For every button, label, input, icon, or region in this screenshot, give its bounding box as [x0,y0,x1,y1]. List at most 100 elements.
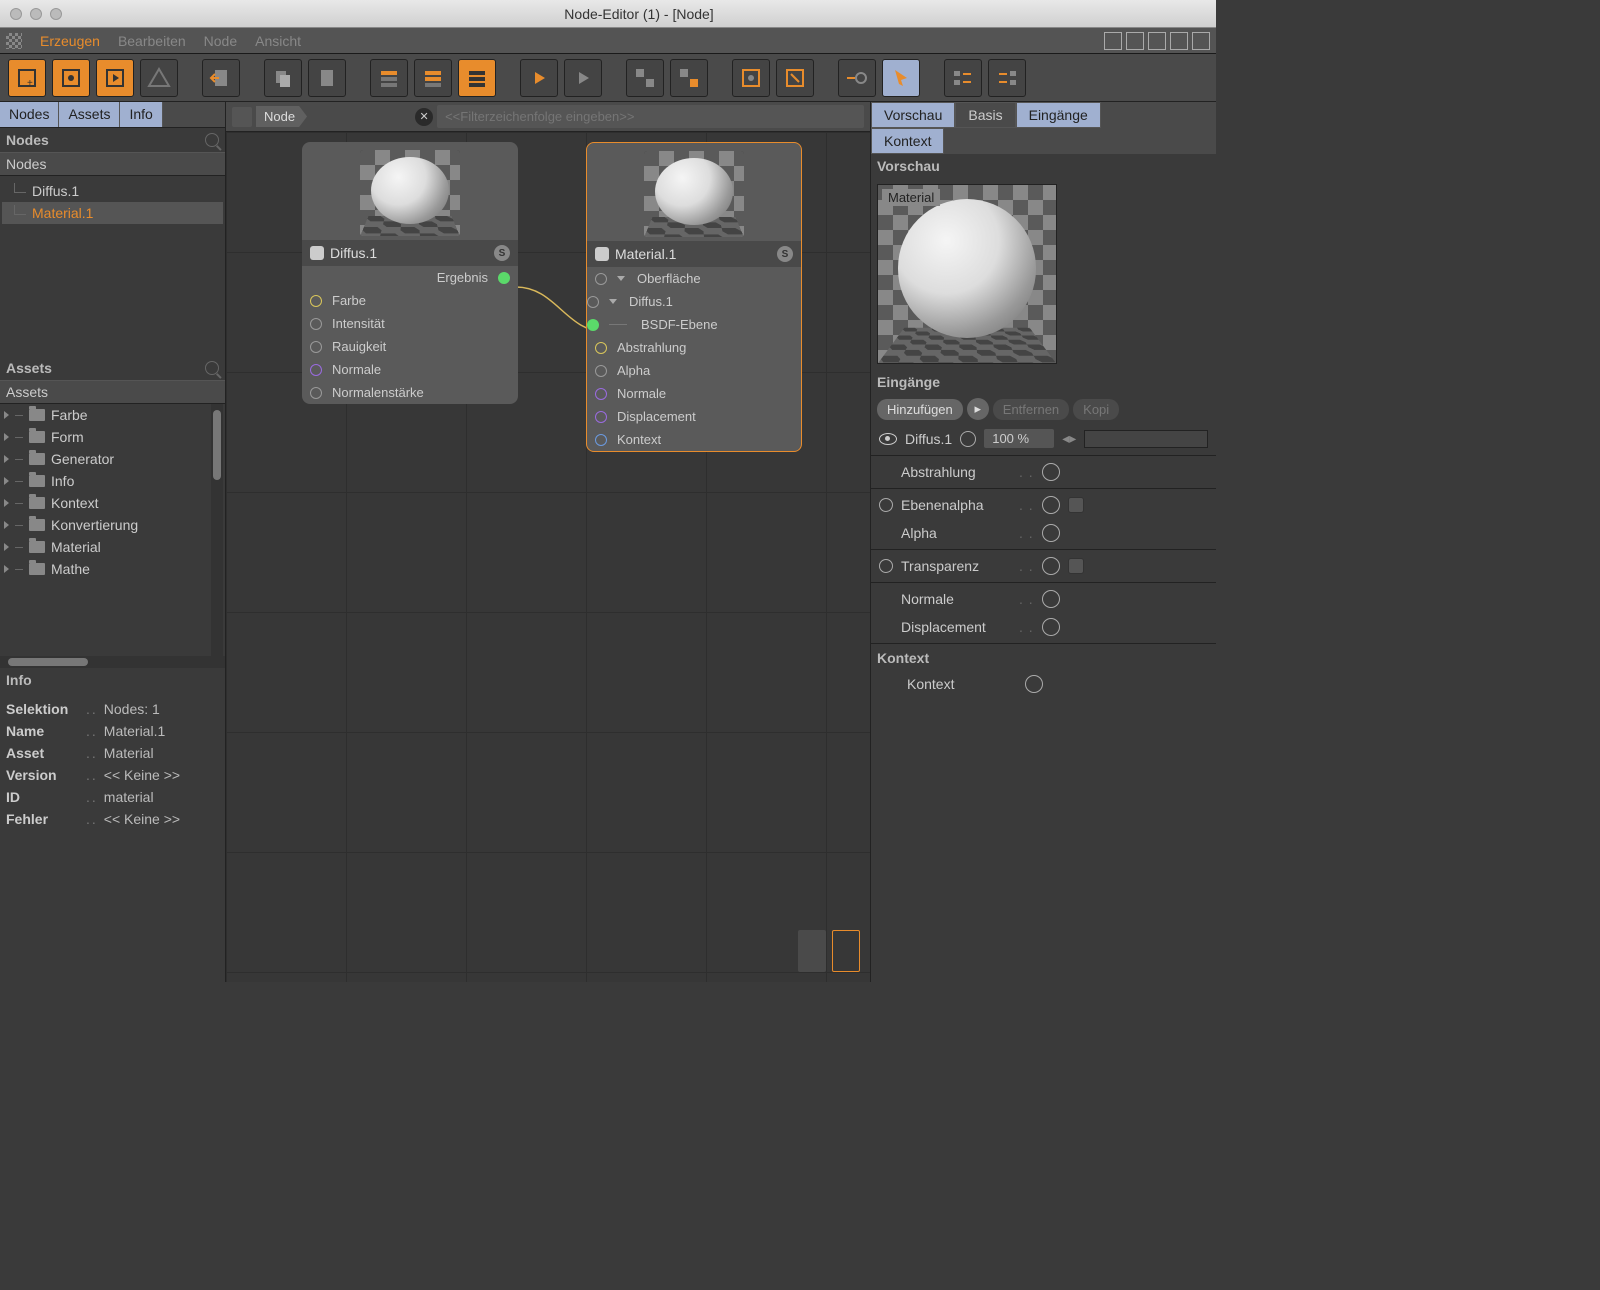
tool-pointer[interactable] [882,59,920,97]
chevron-right-icon[interactable] [4,433,9,441]
tool-select-node[interactable] [52,59,90,97]
input-port-alpha[interactable]: Alpha [587,359,801,382]
menu-erzeugen[interactable]: Erzeugen [40,33,100,49]
tool-group-2[interactable] [670,59,708,97]
tool-play-2[interactable] [564,59,602,97]
radio-icon[interactable] [879,559,893,573]
input-port-bsdf[interactable]: BSDF-Ebene [587,313,801,336]
diffus-link-row[interactable]: Diffus.1 100 % ◂▸ [871,424,1216,453]
vertical-scrollbar[interactable] [211,404,223,656]
asset-item[interactable]: Farbe [0,404,225,426]
filter-input[interactable] [437,105,864,128]
tool-list-3[interactable] [458,59,496,97]
asset-item[interactable]: Konvertierung [0,514,225,536]
chevron-down-icon[interactable] [609,299,617,304]
input-port-normale[interactable]: Normale [587,382,801,405]
tool-import[interactable] [202,59,240,97]
rtab-eingaenge[interactable]: Eingänge [1016,102,1101,128]
input-group-oberflaeche[interactable]: Oberfläche [587,267,801,290]
input-group-diffus[interactable]: Diffus.1 [587,290,801,313]
value-ring-icon[interactable] [1042,524,1060,542]
value-ring-icon[interactable] [1042,590,1060,608]
solo-icon[interactable]: S [494,245,510,261]
rtab-basis[interactable]: Basis [955,102,1015,128]
input-port-normale[interactable]: Normale [302,358,518,381]
tree-item-diffus[interactable]: Diffus.1 [2,180,223,202]
input-port-intensitaet[interactable]: Intensität [302,312,518,335]
tool-align-2[interactable] [988,59,1026,97]
close-window-icon[interactable] [10,8,22,20]
tool-warning[interactable] [140,59,178,97]
node-title-bar[interactable]: Material.1 S [587,241,801,267]
port-socket-icon[interactable] [310,341,322,353]
asset-item[interactable]: Material [0,536,225,558]
layout-tool-2[interactable] [1126,32,1144,50]
tab-info[interactable]: Info [120,102,162,127]
port-socket-icon[interactable] [595,434,607,446]
solo-icon[interactable]: S [777,246,793,262]
node-title-bar[interactable]: Diffus.1 S [302,240,518,266]
add-button[interactable]: Hinzufügen [877,399,963,420]
input-port-displacement[interactable]: Displacement [587,405,801,428]
port-socket-icon[interactable] [310,318,322,330]
menu-node[interactable]: Node [204,33,237,49]
percent-value[interactable]: 100 % [984,429,1054,448]
port-socket-icon[interactable] [310,364,322,376]
value-ring-icon[interactable] [1042,496,1060,514]
remove-button[interactable]: Entfernen [993,399,1069,420]
tool-next-node[interactable] [96,59,134,97]
chevron-down-icon[interactable] [617,276,625,281]
breadcrumb-item[interactable]: Node [256,106,307,127]
color-swatch[interactable] [1084,430,1208,448]
port-socket-icon[interactable] [498,272,510,284]
port-socket-icon[interactable] [595,273,607,285]
port-socket-icon[interactable] [310,295,322,307]
visibility-icon[interactable] [879,433,897,445]
port-socket-icon[interactable] [587,296,599,308]
chevron-right-icon[interactable] [4,543,9,551]
port-socket-icon[interactable] [595,365,607,377]
tool-play-1[interactable] [520,59,558,97]
rtab-kontext[interactable]: Kontext [871,128,944,154]
input-port-normalenstaerke[interactable]: Normalenstärke [302,381,518,404]
play-small-icon[interactable]: ▸ [967,398,989,420]
input-port-abstrahlung[interactable]: Abstrahlung [587,336,801,359]
port-socket-icon[interactable] [595,342,607,354]
asset-item[interactable]: Generator [0,448,225,470]
tool-frame-1[interactable] [732,59,770,97]
tool-list-1[interactable] [370,59,408,97]
link-icon[interactable] [960,431,976,447]
minimap-node[interactable] [798,930,826,972]
chevron-right-icon[interactable] [4,477,9,485]
copy-button[interactable]: Kopi [1073,399,1119,420]
zoom-window-icon[interactable] [50,8,62,20]
value-ring-icon[interactable] [1042,463,1060,481]
node-canvas[interactable]: Diffus.1 S Ergebnis Farbe Intensität Rau… [226,132,870,982]
checkbox[interactable] [1068,558,1084,574]
asset-item[interactable]: Info [0,470,225,492]
asset-item[interactable]: Form [0,426,225,448]
asset-item[interactable]: Mathe [0,558,225,580]
lock-icon[interactable] [1170,32,1188,50]
tool-list-2[interactable] [414,59,452,97]
menu-bearbeiten[interactable]: Bearbeiten [118,33,186,49]
tool-new-node[interactable]: + [8,59,46,97]
port-socket-icon[interactable] [310,387,322,399]
node-material[interactable]: Material.1 S Oberfläche Diffus.1 BSDF-Eb… [586,142,802,452]
minimize-window-icon[interactable] [30,8,42,20]
menu-ansicht[interactable]: Ansicht [255,33,301,49]
search-icon[interactable] [205,133,219,147]
horizontal-scrollbar[interactable] [0,656,225,668]
checkbox[interactable] [1068,497,1084,513]
input-port-kontext[interactable]: Kontext [587,428,801,451]
chevron-right-icon[interactable] [4,455,9,463]
tool-view-1[interactable] [838,59,876,97]
tool-align-1[interactable] [944,59,982,97]
clear-filter-icon[interactable]: ✕ [415,108,433,126]
chevron-right-icon[interactable] [4,499,9,507]
add-panel-icon[interactable] [1192,32,1210,50]
port-socket-icon[interactable] [587,319,599,331]
breadcrumb-icon[interactable] [232,107,252,127]
value-ring-icon[interactable] [1042,557,1060,575]
chevron-right-icon[interactable] [4,521,9,529]
